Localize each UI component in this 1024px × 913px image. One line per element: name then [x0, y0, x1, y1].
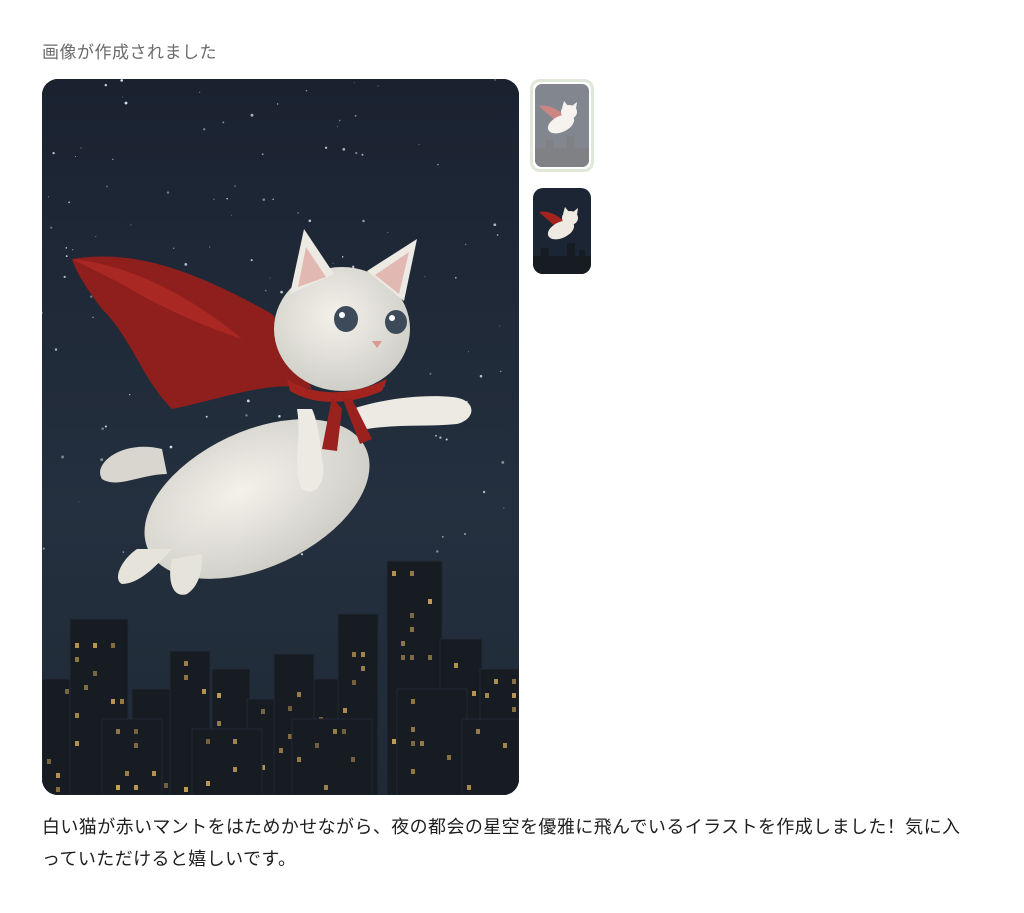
thumbnail-1-selected[interactable]: [530, 79, 594, 172]
image-created-status: 画像が作成されました: [42, 43, 217, 63]
flying-cat-illustration: [42, 79, 519, 795]
flying-cat-thumbnail-icon: [533, 188, 591, 274]
generated-image[interactable]: [42, 79, 519, 795]
flying-cat-thumbnail-icon: [535, 84, 589, 167]
assistant-message: 白い猫が赤いマントをはためかせながら、夜の都会の星空を優雅に飛んでいるイラストを…: [42, 817, 961, 870]
thumbnail-2[interactable]: [533, 188, 591, 274]
